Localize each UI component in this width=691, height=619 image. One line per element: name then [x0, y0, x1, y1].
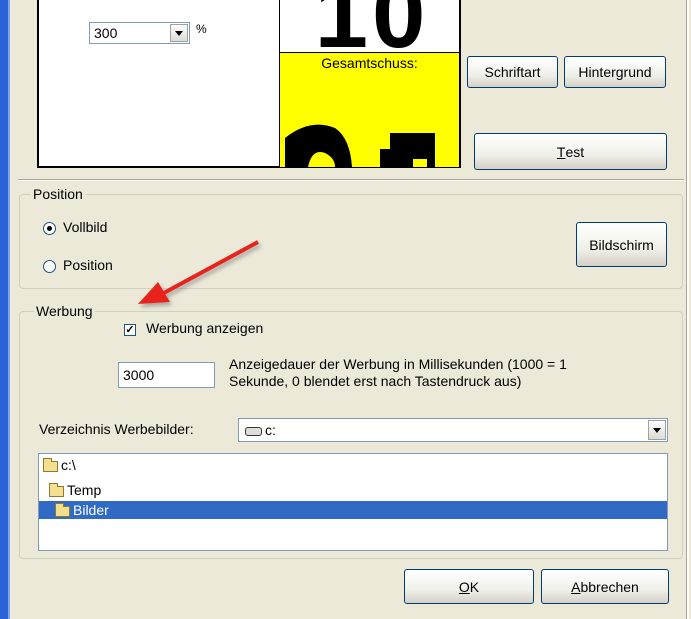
size-value: 300 — [94, 25, 118, 41]
score-panel: Gesamtschuss: — [280, 52, 459, 167]
window-left-border — [0, 0, 10, 619]
ok-button[interactable]: OK — [404, 569, 534, 604]
radio-position[interactable] — [43, 260, 56, 273]
size-unit: % — [196, 22, 207, 36]
dir-label: Verzeichnis Werbebilder: — [39, 421, 194, 437]
tree-item-temp[interactable]: Temp — [49, 481, 101, 499]
duration-description: Anzeigedauer der Werbung in Millisekunde… — [229, 356, 567, 389]
radio-position-label[interactable]: Position — [63, 257, 113, 273]
cancel-button[interactable]: Abbrechen — [541, 569, 669, 604]
folder-open-icon — [55, 502, 70, 517]
tree-item-bilder[interactable]: Bilder — [39, 501, 667, 519]
size-dropdown[interactable]: 300 — [89, 22, 190, 44]
background-button[interactable]: Hintergrund — [564, 56, 666, 88]
werbung-legend: Werbung — [34, 303, 95, 319]
big-number: 10 — [285, 0, 459, 52]
drive-dropdown[interactable]: c: — [238, 418, 668, 442]
score-digits-graphic — [285, 124, 435, 167]
drive-icon — [245, 426, 262, 436]
radio-fullscreen[interactable] — [43, 222, 56, 235]
radio-fullscreen-label[interactable]: Vollbild — [63, 219, 107, 235]
window-right-border — [686, 0, 689, 619]
separator — [18, 179, 684, 181]
test-button[interactable]: Test — [474, 133, 667, 170]
position-legend: Position — [31, 186, 85, 202]
font-button[interactable]: Schriftart — [467, 56, 558, 88]
folder-tree[interactable]: c:\ Temp Bilder — [38, 453, 668, 551]
show-ads-checkbox[interactable]: ✓ — [124, 324, 136, 336]
annotation-arrow-icon — [138, 240, 259, 304]
folder-open-icon — [49, 482, 64, 497]
duration-input[interactable]: 3000 — [118, 362, 215, 388]
show-ads-label[interactable]: Werbung anzeigen — [146, 320, 263, 336]
screen-button[interactable]: Bildschirm — [576, 222, 667, 267]
chevron-down-icon[interactable] — [648, 420, 666, 440]
tree-item-root[interactable]: c:\ — [43, 456, 76, 474]
folder-open-icon — [43, 457, 58, 472]
chevron-down-icon[interactable] — [170, 24, 188, 42]
